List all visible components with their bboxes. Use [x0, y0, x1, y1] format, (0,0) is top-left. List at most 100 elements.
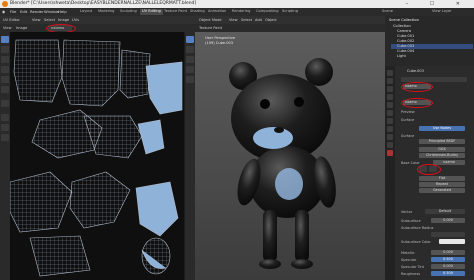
smear-tool-icon[interactable]: [186, 56, 194, 63]
material-slot-list[interactable]: [401, 77, 467, 82]
specular-field[interactable]: 0.500: [431, 257, 465, 262]
viewport-header: Object Mode View Select Add Object: [185, 16, 385, 24]
3d-viewport[interactable]: [195, 32, 385, 280]
tab-scripting[interactable]: Scripting: [280, 9, 300, 15]
outliner-row[interactable]: Camera: [397, 29, 411, 34]
tab-modeling[interactable]: Modeling: [96, 9, 116, 15]
constraint-properties-icon[interactable]: [387, 134, 393, 140]
uv-menu-image[interactable]: Image: [58, 18, 69, 22]
tab-shading[interactable]: Shading: [188, 9, 207, 15]
surface-shader-field[interactable]: Principled BSDF: [419, 139, 465, 144]
uv-island-torso-right: [83, 115, 143, 159]
subsurface-field[interactable]: 0.000: [431, 218, 465, 223]
vp-menu-add[interactable]: Add: [255, 18, 262, 22]
uv-menu-uvs[interactable]: UVs: [72, 18, 79, 22]
modifier-properties-icon[interactable]: [387, 118, 393, 124]
use-nodes-button[interactable]: Use Nodes: [419, 126, 465, 131]
vp-menu-view[interactable]: View: [229, 18, 238, 22]
fill-tool-icon[interactable]: [186, 46, 194, 53]
tab-rendering[interactable]: Rendering: [230, 9, 252, 15]
tool-properties-icon[interactable]: [387, 70, 393, 76]
view-layer-selector[interactable]: View Layer: [430, 9, 454, 15]
annotate-tool-icon[interactable]: [1, 100, 9, 107]
output-properties-icon[interactable]: [387, 86, 393, 92]
tab-texture-paint[interactable]: Texture Paint: [162, 9, 189, 15]
select-tool-icon[interactable]: [1, 36, 9, 43]
vp-menu-object[interactable]: Object: [265, 18, 277, 22]
uv-menu-select[interactable]: Select: [44, 18, 55, 22]
cursor-tool-icon[interactable]: [1, 46, 9, 53]
scene-selector[interactable]: Scene: [380, 9, 395, 15]
bear-belly-patch: [275, 168, 303, 200]
uv-submenu-view[interactable]: View: [3, 26, 12, 30]
viewport-mode-selector[interactable]: Object Mode: [199, 18, 222, 22]
roughness-field[interactable]: 0.500: [431, 271, 465, 276]
projection-field[interactable]: Generated: [419, 188, 465, 193]
outliner-row[interactable]: Collection: [393, 24, 411, 29]
specular-tint-field[interactable]: 0.000: [431, 264, 465, 269]
extension-field[interactable]: Repeat: [419, 182, 465, 187]
world-properties-icon[interactable]: [387, 102, 393, 108]
uv-submenu-image[interactable]: Image: [16, 26, 27, 30]
window-controls[interactable]: – ☐ ✕: [406, 1, 470, 7]
highlight-circle-material-data: [401, 98, 433, 108]
distribution-field[interactable]: GGX: [419, 147, 465, 152]
preview-section[interactable]: Preview: [401, 110, 415, 114]
pinch-tool-icon[interactable]: [1, 134, 9, 141]
transform-tool-icon[interactable]: [1, 86, 9, 93]
clone-tool-icon[interactable]: [186, 66, 194, 73]
specular-tint-label: Specular Tint: [401, 265, 425, 269]
uv-menu-view[interactable]: View: [32, 18, 41, 22]
outliner-panel: Scene Collection Collection Camera Cube.…: [385, 16, 474, 66]
menu-help[interactable]: Help: [58, 9, 67, 14]
menu-render[interactable]: Render: [30, 9, 44, 14]
mask-tool-icon[interactable]: [186, 76, 194, 83]
subsurface-method-field[interactable]: Christensen-Burley: [419, 153, 465, 158]
tab-sculpting[interactable]: Sculpting: [118, 9, 139, 15]
uv-island-ear: [119, 49, 151, 99]
menu-edit[interactable]: Edit: [20, 9, 27, 14]
subsurface-radius-field[interactable]: [431, 232, 465, 237]
menu-window[interactable]: Window: [44, 9, 59, 14]
data-properties-icon[interactable]: [387, 142, 393, 148]
vector-field[interactable]: Default: [425, 209, 465, 214]
window-titlebar: Blender* [C:\Users\shweta\Desktop\EASYBL…: [0, 0, 474, 8]
outliner-row-selected[interactable]: Cube.003: [391, 44, 473, 49]
object-properties-icon[interactable]: [387, 110, 393, 116]
viewport-shading-mode[interactable]: Texture Paint: [199, 26, 222, 30]
tab-uv-editing[interactable]: UV Editing: [140, 9, 163, 15]
properties-object-name: Cube.003: [407, 69, 424, 73]
metallic-field[interactable]: 0.000: [431, 250, 465, 255]
relax-tool-icon[interactable]: [1, 124, 9, 131]
tab-animation[interactable]: Animation: [206, 9, 228, 15]
outliner-row[interactable]: Cube.004: [397, 49, 414, 54]
top-menubar: ◉ File Edit Render Window Help Layout Mo…: [0, 8, 474, 16]
grab-tool-icon[interactable]: [1, 114, 9, 121]
blender-menu-icon[interactable]: ◉: [2, 9, 5, 14]
base-color-texture-field[interactable]: naamo: [433, 160, 465, 165]
subsurface-color-swatch[interactable]: [439, 239, 465, 244]
outliner-row[interactable]: Cube.001: [397, 34, 414, 39]
highlight-circle-material-slot: [401, 82, 433, 92]
move-tool-icon[interactable]: [1, 56, 9, 63]
interpolation-field[interactable]: Flat: [419, 176, 465, 181]
material-properties-icon[interactable]: [387, 150, 393, 156]
scale-tool-icon[interactable]: [1, 76, 9, 83]
viewport-info: User Perspective (109) Cube.003: [205, 36, 235, 46]
scene-properties-icon[interactable]: [387, 94, 393, 100]
uv-editor-mode[interactable]: UV Editor: [3, 18, 20, 22]
outliner-row[interactable]: Light: [397, 54, 406, 59]
surface-section[interactable]: Surface: [401, 118, 414, 122]
tab-compositing[interactable]: Compositing: [254, 9, 281, 15]
uv-editor-header: UV Editor View Select Image UVs: [0, 16, 185, 24]
render-properties-icon[interactable]: [387, 78, 393, 84]
outliner-row[interactable]: Cube.002: [397, 39, 414, 44]
physics-properties-icon[interactable]: [387, 126, 393, 132]
brush-tool-icon[interactable]: [186, 36, 194, 43]
rotate-tool-icon[interactable]: [1, 66, 9, 73]
tab-layout[interactable]: Layout: [78, 9, 94, 15]
outliner-title: Scene Collection: [389, 18, 419, 22]
menu-file[interactable]: File: [10, 9, 16, 14]
vp-menu-select[interactable]: Select: [241, 18, 252, 22]
uv-canvas[interactable]: [10, 32, 184, 280]
